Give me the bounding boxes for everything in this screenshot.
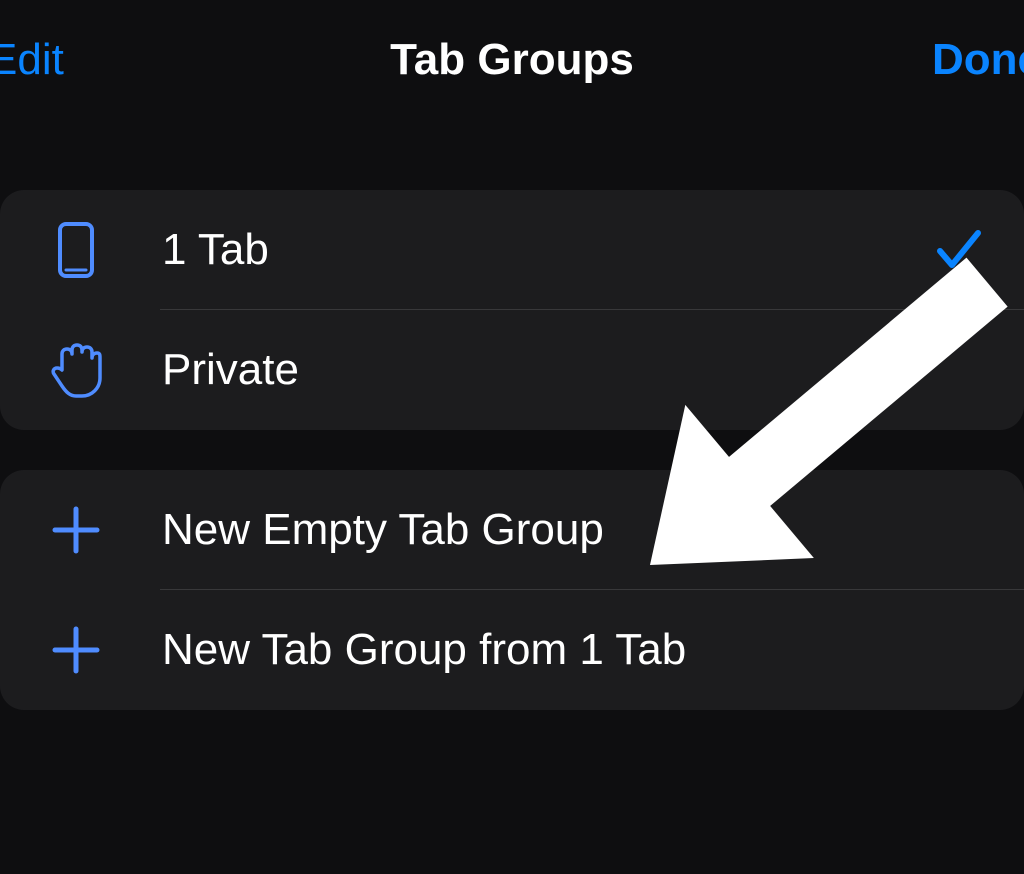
done-button[interactable]: Done [932,35,1024,85]
tab-groups-list: 1 Tab Private [0,190,1024,430]
header: Edit Tab Groups Done [0,0,1024,120]
page-title: Tab Groups [390,35,634,85]
plus-icon [46,620,106,680]
new-tab-group-from-tab-button[interactable]: New Tab Group from 1 Tab [0,590,1024,710]
plus-icon [46,500,106,560]
new-empty-tab-group-button[interactable]: New Empty Tab Group [0,470,1024,590]
checkmark-icon [934,225,984,275]
tab-group-row-default[interactable]: 1 Tab [0,190,1024,310]
action-label: New Tab Group from 1 Tab [162,625,984,675]
iphone-icon [46,220,106,280]
tab-group-label: 1 Tab [162,225,934,275]
edit-button[interactable]: Edit [0,35,64,85]
tab-group-label: Private [162,345,984,395]
hand-icon [46,340,106,400]
tab-group-row-private[interactable]: Private [0,310,1024,430]
action-label: New Empty Tab Group [162,505,984,555]
tab-group-actions: New Empty Tab Group New Tab Group from 1… [0,470,1024,710]
